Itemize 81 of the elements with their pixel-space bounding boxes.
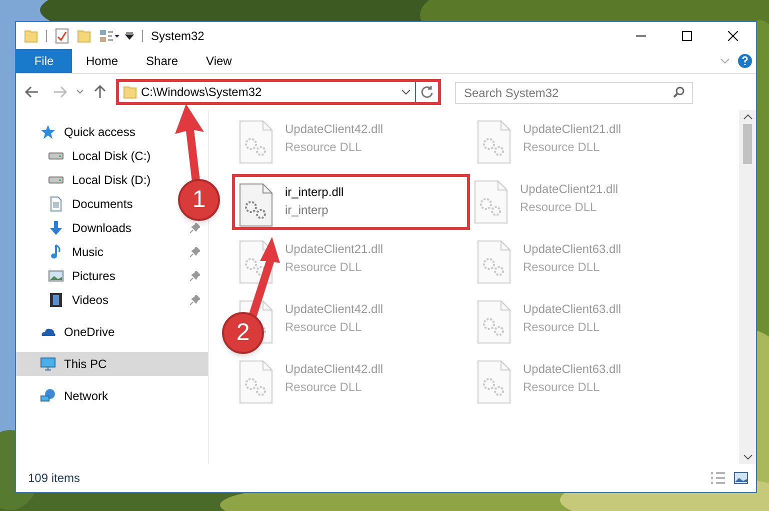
checklist-icon[interactable] (55, 28, 69, 44)
document-icon (48, 196, 64, 212)
sidebar-item[interactable]: Network (16, 384, 116, 408)
file-type: Resource DLL (523, 139, 601, 156)
dropdown-icon[interactable] (125, 31, 134, 40)
search-icon (673, 86, 685, 98)
chevron-down-icon[interactable] (742, 454, 752, 460)
sidebar-item[interactable]: Local Disk (C:) (16, 144, 159, 168)
gear-document-icon (239, 120, 273, 164)
chevron-up-icon[interactable] (742, 114, 752, 120)
ribbon-tab[interactable]: View (192, 49, 246, 73)
up-arrow-icon[interactable] (92, 84, 108, 100)
pictures-icon (48, 268, 64, 284)
details-view-icon[interactable] (710, 472, 726, 484)
pin-icon[interactable] (190, 247, 200, 257)
chevron-down-icon[interactable] (76, 88, 84, 96)
monitor-icon (40, 356, 56, 372)
file-type: Resource DLL (523, 259, 601, 276)
sidebar-item[interactable]: Documents (16, 192, 141, 216)
scrollbar[interactable] (739, 110, 756, 464)
refresh-icon[interactable] (420, 85, 434, 99)
file-name: UpdateClient42.dll (285, 121, 384, 138)
file-type: Resource DLL (285, 319, 363, 336)
pin-icon[interactable] (190, 295, 200, 305)
star-icon (40, 124, 56, 140)
sidebar-item[interactable]: OneDrive (16, 320, 123, 344)
folder-icon (24, 28, 38, 42)
file-item[interactable]: ir_interp.dll ir_interp (232, 174, 470, 230)
file-name: UpdateClient63.dll (523, 241, 622, 258)
large-icons-view-icon[interactable] (734, 472, 748, 484)
gear-document-icon (239, 183, 273, 227)
chevron-down-icon[interactable] (401, 89, 411, 95)
maximize-icon[interactable] (682, 30, 692, 40)
ribbon-tab[interactable]: Share (132, 49, 192, 73)
sidebar-item[interactable]: Videos (16, 288, 208, 312)
help-icon[interactable] (738, 54, 752, 68)
gear-document-icon (474, 180, 508, 224)
sidebar-item[interactable]: Pictures (16, 264, 208, 288)
scroll-thumb[interactable] (743, 124, 752, 164)
close-icon[interactable] (728, 30, 738, 40)
gear-document-icon (477, 240, 511, 284)
file-type: Resource DLL (520, 199, 598, 216)
search-field[interactable]: Search System32 (455, 82, 693, 104)
minimize-icon[interactable] (636, 34, 646, 36)
address-path: C:\Windows\System32 (141, 84, 263, 101)
file-type: Resource DLL (523, 379, 601, 396)
gear-document-icon (477, 300, 511, 344)
sidebar-item[interactable]: Music (16, 240, 208, 264)
file-name: UpdateClient21.dll (523, 121, 622, 138)
file-name: UpdateClient63.dll (523, 361, 622, 378)
file-name: UpdateClient63.dll (523, 301, 622, 318)
pin-icon[interactable] (190, 223, 200, 233)
drive-icon (48, 152, 64, 160)
properties-icon[interactable] (99, 28, 121, 42)
item-count: 109 items (28, 470, 80, 487)
down-arrow-icon (48, 220, 64, 236)
gear-document-icon (239, 360, 273, 404)
address-bar[interactable]: C:\Windows\System32 (116, 79, 441, 105)
network-icon (40, 388, 56, 404)
file-name: ir_interp.dll (285, 184, 344, 201)
file-name: UpdateClient21.dll (520, 181, 618, 198)
file-name: UpdateClient42.dll (285, 301, 384, 318)
folder-icon (123, 85, 137, 99)
gear-document-icon (477, 120, 511, 164)
file-type: Resource DLL (285, 139, 363, 156)
file-type: Resource DLL (285, 379, 363, 396)
film-icon (48, 292, 64, 308)
sidebar-item[interactable]: Local Disk (D:) (16, 168, 159, 192)
file-type: Resource DLL (523, 319, 601, 336)
back-arrow-icon[interactable] (24, 84, 40, 100)
file-name: UpdateClient42.dll (285, 361, 384, 378)
file-name: UpdateClient21.dll (285, 241, 384, 258)
file-type: ir_interp (285, 202, 330, 219)
ribbon-tab[interactable]: Home (72, 49, 132, 73)
sidebar-item[interactable]: Quick access (16, 120, 144, 144)
window-title: System32 (151, 28, 204, 44)
gear-document-icon (477, 360, 511, 404)
sidebar-item[interactable]: This PC (16, 352, 208, 376)
file-type: Resource DLL (285, 259, 363, 276)
pin-icon[interactable] (190, 271, 200, 281)
drive-icon (48, 176, 64, 184)
